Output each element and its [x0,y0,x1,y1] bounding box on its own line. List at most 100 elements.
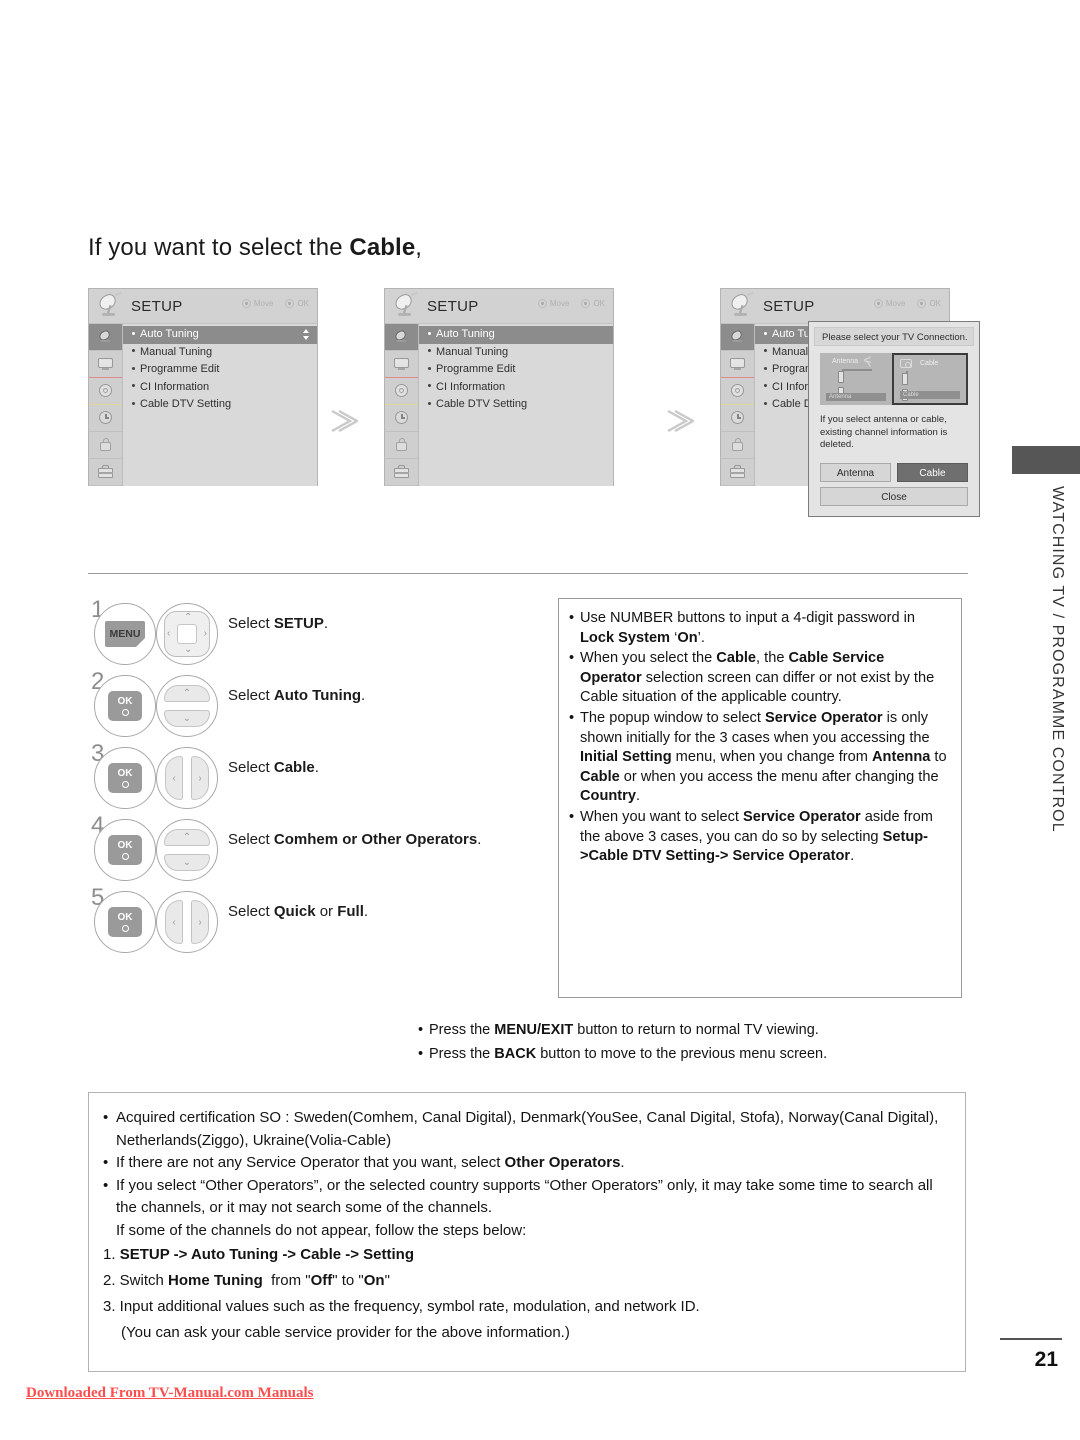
left-right-pad[interactable]: ‹ › [156,747,218,809]
rail-item-lock[interactable] [385,432,418,459]
step-1: 1 MENU ⌃ ⌄ ‹ › Select SETUP. [88,596,528,670]
menu-item-programme-edit[interactable]: Programme Edit [419,361,613,379]
osd-header: SETUP Move OK [89,289,317,324]
menu-item-manual-tuning[interactable]: Manual Tuning [419,344,613,362]
hint-move: Move [537,299,569,308]
hint-move: Move [873,299,906,308]
menu-item-auto-tuning[interactable]: Auto Tuning [123,326,317,344]
hint-move-label: Move [885,299,906,308]
close-button[interactable]: Close [820,486,968,506]
hint-ok: OK [285,299,309,308]
left-arrow-icon: ‹ [167,628,171,639]
rail-item-picture[interactable] [89,351,122,378]
menu-item-auto-tuning[interactable]: Auto Tuning [419,326,613,344]
download-source-link[interactable]: Downloaded From TV-Manual.com Manuals [26,1385,314,1402]
rail-item-time[interactable] [385,405,418,432]
ok-button[interactable]: OK [94,819,156,881]
step-5-label: Select Quick or Full. [228,902,528,922]
section-divider [88,573,968,574]
osd-icon-rail [721,324,755,486]
menu-item-cable-dtv-setting[interactable]: Cable DTV Setting [123,396,317,414]
rail-item-option[interactable] [385,459,418,486]
up-down-pad[interactable]: ⌃ ⌄ [156,675,218,737]
ok-key-icon: OK [108,907,142,937]
cable-button[interactable]: Cable [897,462,968,482]
left-arrow-icon: ‹ [165,756,183,800]
rail-item-setup[interactable] [721,324,754,351]
audio-icon [393,384,410,398]
bottom-note-item: • If there are not any Service Operator … [103,1152,949,1175]
up-down-pad[interactable]: ⌃ ⌄ [156,819,218,881]
step-label-text: Select [228,831,274,848]
menu-item-label: Programme Edit [436,363,516,375]
briefcase-icon [393,465,410,479]
tv-icon [729,357,746,371]
down-arrow-icon: ⌄ [164,710,210,727]
lock-icon [729,438,746,452]
briefcase-icon [729,465,746,479]
rail-item-picture[interactable] [721,351,754,378]
rail-item-lock[interactable] [721,432,754,459]
dpad-icon [537,299,547,308]
diagram-antenna-bar-label: Antenna [829,394,852,400]
tv-connection-popup-buttons: Antenna Cable [820,462,968,482]
lock-icon [393,438,410,452]
ok-button[interactable]: OK [94,747,156,809]
rail-item-setup[interactable] [385,324,418,351]
antenna-button[interactable]: Antenna [820,462,891,482]
menu-item-ci-information[interactable]: CI Information [123,379,317,397]
menu-button[interactable]: MENU [94,603,156,665]
hint-ok: OK [581,299,605,308]
step-1-label: Select SETUP. [228,614,528,634]
step-label-tail: . [477,831,482,848]
tv-connection-popup-body: If you select antenna or cable, existing… [820,414,948,450]
step-2-label: Select Auto Tuning. [228,686,528,706]
rail-item-picture[interactable] [385,351,418,378]
osd-title: SETUP [131,297,183,315]
rail-item-setup[interactable] [89,324,122,351]
rail-item-option[interactable] [721,459,754,486]
osd-hints: Move OK [873,299,941,308]
menu-item-cable-dtv-setting[interactable]: Cable DTV Setting [419,396,613,414]
menu-item-ci-information[interactable]: CI Information [419,379,613,397]
remote-steps-list: 1 MENU ⌃ ⌄ ‹ › Select SETUP. 2 OK ⌃ ⌄ Se… [88,596,528,958]
rail-item-time[interactable] [721,405,754,432]
menu-item-label: CI Information [140,380,210,393]
rail-item-time[interactable] [89,405,122,432]
step-label-tail: . [361,687,366,704]
step-label-mid: or [315,903,338,920]
menu-item-label: Cable DTV Setting [140,398,232,410]
rail-item-audio[interactable] [89,378,122,405]
satellite-dish-icon [97,329,114,344]
bullet-icon: • [569,610,575,626]
osd-body: Auto Tuning Manual Tuning Programme Edit… [89,324,317,486]
right-arrow-icon: › [191,900,209,944]
rail-item-lock[interactable] [89,432,122,459]
notes-box: • Use NUMBER buttons to input a 4-digit … [558,598,962,998]
menu-item-programme-edit[interactable]: Programme Edit [123,361,317,379]
rail-item-audio[interactable] [385,378,418,405]
osd-title: SETUP [427,297,479,315]
step-2: 2 OK ⌃ ⌄ Select Auto Tuning. [88,668,528,742]
step-5: 5 OK ‹ › Select Quick or Full. [88,884,528,958]
step-label-tail: . [323,615,329,632]
bullet-icon: • [569,808,575,825]
diagram-antenna-bar: Antenna [826,393,886,401]
satellite-dish-icon [729,329,746,344]
rail-item-option[interactable] [89,459,122,486]
osd-hints: Move OK [537,299,605,308]
dpad-icon [241,299,251,308]
left-right-pad[interactable]: ‹ › [156,891,218,953]
step-label-bold: Auto Tuning [273,687,362,704]
updown-indicator-icon [302,329,309,340]
ok-button[interactable]: OK [94,675,156,737]
step-label-text: Select [228,687,274,704]
up-arrow-icon: ⌃ [164,829,210,846]
rail-item-audio[interactable] [721,378,754,405]
menu-item-manual-tuning[interactable]: Manual Tuning [123,344,317,362]
ok-button[interactable]: OK [94,891,156,953]
up-arrow-icon: ⌃ [164,685,210,702]
navigation-pad[interactable]: ⌃ ⌄ ‹ › [156,603,218,665]
hint-ok-label: OK [593,299,605,308]
press-instructions: • Press the MENU/EXIT button to return t… [418,1018,968,1066]
